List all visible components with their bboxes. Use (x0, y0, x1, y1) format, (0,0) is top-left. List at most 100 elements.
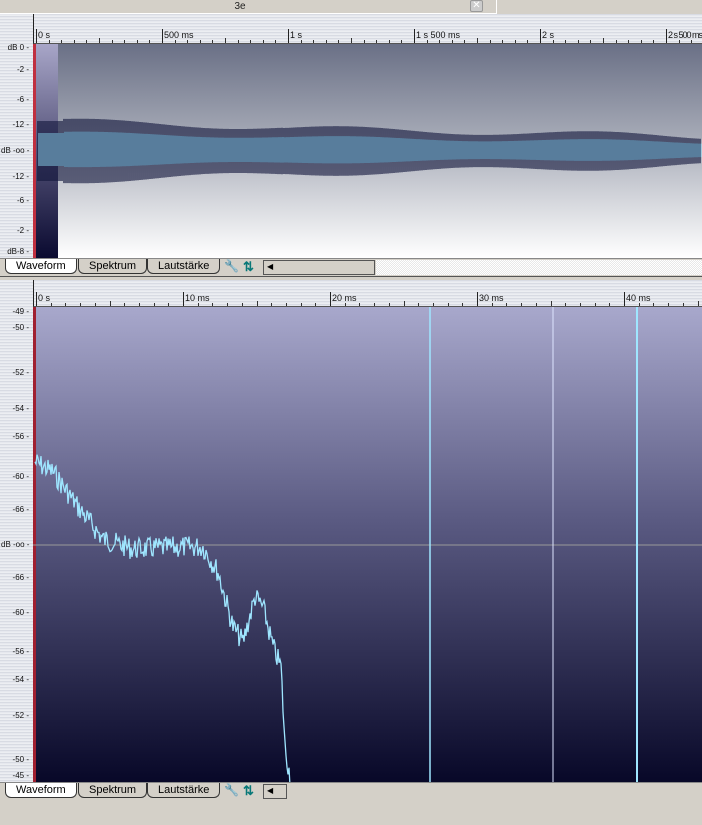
y-axis-label: -45 - (12, 771, 29, 780)
ruler-minor-tick (197, 303, 199, 306)
scroll-left-icon[interactable]: ◀ (264, 262, 273, 271)
ruler-minor-tick (628, 40, 630, 43)
ruler-minor-tick (300, 40, 302, 43)
horizontal-scrollbar[interactable]: ◀ (263, 784, 287, 799)
ruler-label: 2 s 500 ms (668, 30, 702, 40)
ruler-minor-tick (439, 40, 441, 43)
ruler-minor-tick (241, 303, 243, 306)
ruler-minor-tick (527, 40, 529, 43)
ruler-minor-tick (521, 303, 523, 306)
ruler-minor-tick (594, 303, 596, 306)
ruler-minor-tick (682, 303, 684, 306)
y-axis-label: dB -oo - (1, 540, 30, 549)
ruler-minor-tick (111, 40, 113, 43)
y-axis-label: -50 - (12, 323, 29, 332)
ruler-minor-tick (691, 40, 693, 43)
top-time-ruler[interactable]: 0 s 500 ms 1 s 1 s 500 ms 2 s 2 s 500 ms (33, 14, 702, 44)
y-axis-label: -56 - (12, 432, 29, 441)
ruler-minor-tick (579, 303, 581, 306)
ruler-minor-tick (653, 40, 655, 43)
horizontal-scrollbar[interactable]: ◀ (263, 260, 375, 275)
bottom-time-ruler[interactable]: 0 s 10 ms 20 ms 30 ms 40 ms (33, 280, 702, 307)
swap-arrows-icon[interactable]: ⇅ (243, 783, 254, 799)
bottom-view-tabs: Waveform Spektrum Lautstärke 🔧 ⇅ ◀ (0, 782, 702, 800)
tab-waveform[interactable]: Waveform (5, 259, 77, 274)
ruler-minor-tick (451, 40, 453, 43)
y-axis-label: -54 - (12, 675, 29, 684)
ruler-minor-tick (50, 303, 52, 306)
ruler-minor-tick (359, 303, 361, 306)
tab-spektrum[interactable]: Spektrum (78, 783, 148, 798)
ruler-label: 2 s (542, 30, 555, 40)
y-axis-label: -52 - (12, 711, 29, 720)
y-axis-label: -12 - (12, 172, 29, 181)
y-axis-label: -12 - (12, 120, 29, 129)
ruler-minor-tick (256, 301, 258, 306)
ruler-minor-tick (638, 303, 640, 306)
ruler-minor-tick (86, 40, 88, 43)
ruler-minor-tick (285, 303, 287, 306)
bottom-waveform-view[interactable] (33, 307, 702, 782)
wrench-icon[interactable]: 🔧 (224, 259, 239, 273)
ruler-major-tick (36, 29, 37, 43)
ruler-minor-tick (227, 303, 229, 306)
y-axis-label: -2 - (17, 65, 29, 74)
ruler-minor-tick (124, 303, 126, 306)
ruler-minor-tick (403, 301, 405, 306)
ruler-minor-tick (212, 40, 214, 43)
ruler-minor-tick (418, 303, 420, 306)
ruler-minor-tick (199, 40, 201, 43)
tab-lautstaerke[interactable]: Lautstärke (147, 259, 221, 274)
ruler-minor-tick (138, 303, 140, 306)
waveform-graph (37, 118, 702, 184)
ruler-minor-tick (374, 303, 376, 306)
swap-arrows-icon[interactable]: ⇅ (243, 259, 254, 275)
ruler-label: 500 ms (164, 30, 194, 40)
y-axis-label: -2 - (17, 226, 29, 235)
ruler-minor-tick (325, 40, 327, 43)
ruler-minor-tick (590, 40, 592, 43)
ruler-minor-tick (315, 303, 317, 306)
scroll-left-icon[interactable]: ◀ (264, 786, 273, 795)
close-icon[interactable]: ✕ (470, 0, 483, 12)
ruler-label: 20 ms (332, 293, 357, 303)
ruler-label: 40 ms (626, 293, 651, 303)
ruler-minor-tick (565, 40, 567, 43)
top-y-axis: dB 0 - -2 - -6 - -12 - dB -oo - -12 - -6 - -2 -… (0, 14, 33, 258)
window-title: 3e (234, 1, 246, 12)
ruler-label: 1 s 500 ms (416, 30, 461, 40)
ruler-label: 0 s (38, 293, 51, 303)
ruler-major-tick (624, 292, 625, 306)
tab-spektrum[interactable]: Spektrum (78, 259, 148, 274)
tab-waveform[interactable]: Waveform (5, 783, 77, 798)
scroll-track[interactable] (376, 260, 702, 275)
ruler-minor-tick (615, 40, 617, 43)
ruler-minor-tick (237, 40, 239, 43)
wrench-icon[interactable]: 🔧 (224, 783, 239, 797)
ruler-label: 10 ms (185, 293, 210, 303)
ruler-minor-tick (426, 40, 428, 43)
y-axis-label: -6 - (17, 95, 29, 104)
ruler-minor-tick (174, 40, 176, 43)
zoomed-waveform-graph (33, 307, 702, 782)
ruler-minor-tick (250, 40, 252, 43)
y-axis-label: -66 - (12, 573, 29, 582)
ruler-minor-tick (697, 301, 699, 306)
ruler-minor-tick (99, 38, 100, 43)
ruler-minor-tick (462, 303, 464, 306)
ruler-label: 0 s (38, 30, 51, 40)
ruler-minor-tick (168, 303, 170, 306)
ruler-minor-tick (136, 40, 138, 43)
ruler-minor-tick (388, 303, 390, 306)
ruler-label: 1 s (290, 30, 303, 40)
ruler-minor-tick (73, 40, 75, 43)
ruler-minor-tick (491, 303, 493, 306)
ruler-minor-tick (550, 301, 552, 306)
ruler-minor-tick (535, 303, 537, 306)
top-waveform-view[interactable] (33, 44, 702, 258)
ruler-major-tick (666, 29, 667, 43)
tab-lautstaerke[interactable]: Lautstärke (147, 783, 221, 798)
y-axis-label: -54 - (12, 404, 29, 413)
ruler-minor-tick (464, 40, 466, 43)
y-axis-label: -49 - (12, 307, 29, 316)
